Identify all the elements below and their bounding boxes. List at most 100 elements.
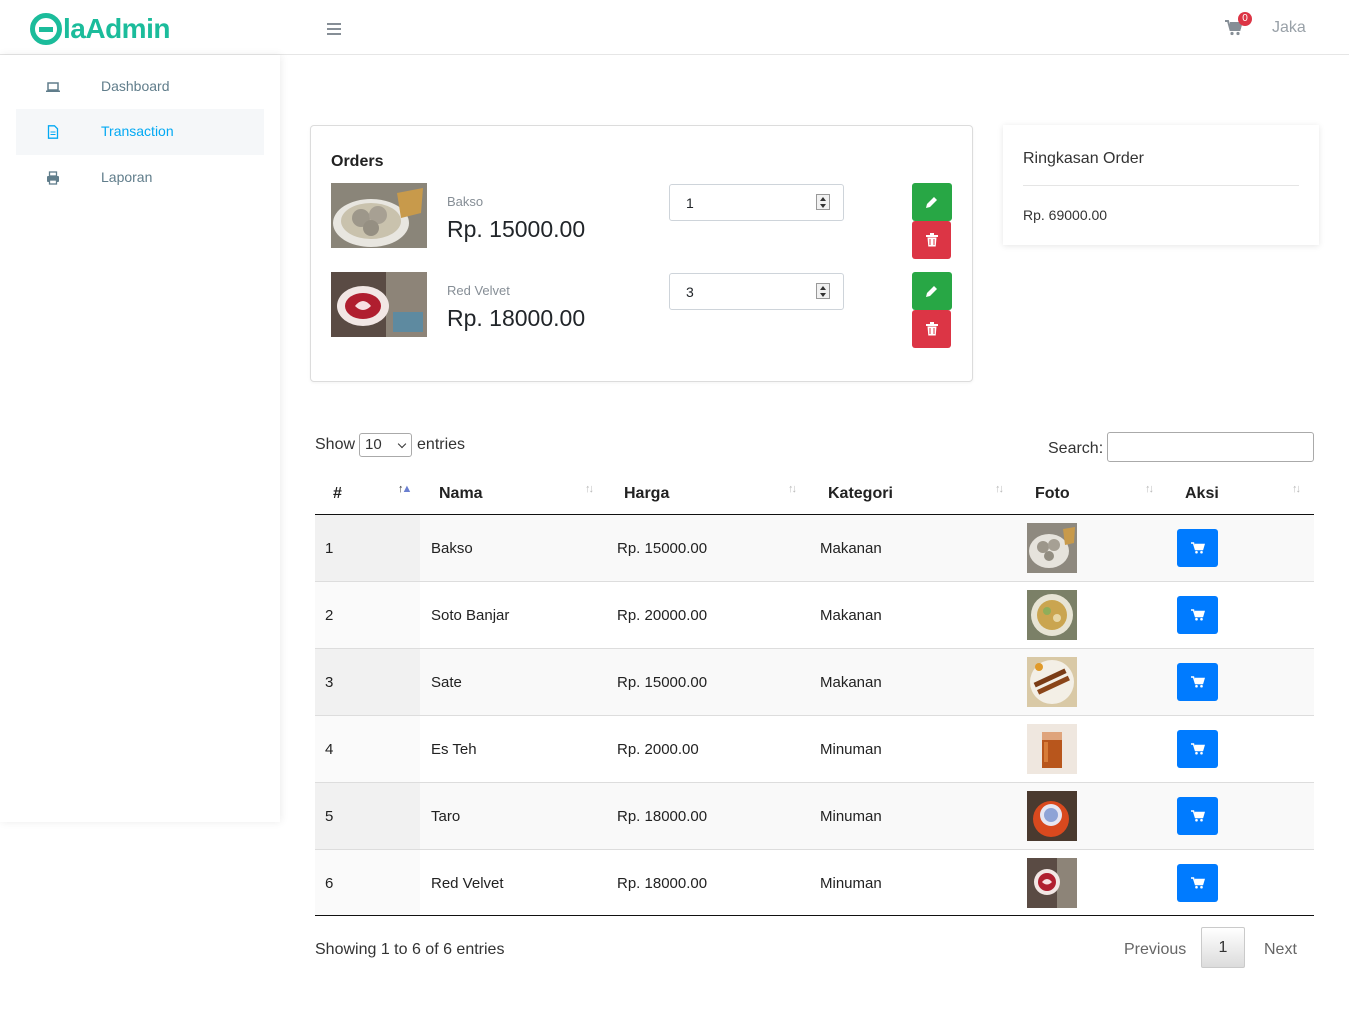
user-menu[interactable]: Jaka bbox=[1272, 19, 1306, 37]
row-number: 5 bbox=[325, 808, 334, 825]
summary-total: Rp. 69000.00 bbox=[1023, 207, 1108, 223]
row-number: 4 bbox=[325, 741, 334, 758]
cart-icon bbox=[1190, 877, 1205, 889]
column-header-foto[interactable]: Foto bbox=[1035, 485, 1070, 503]
logo-e-mark bbox=[30, 13, 62, 45]
column-header-harga[interactable]: Harga bbox=[624, 485, 669, 503]
red-velvet-thumbnail bbox=[1027, 858, 1077, 908]
row-number: 2 bbox=[325, 607, 334, 624]
row-nama: Soto Banjar bbox=[431, 607, 510, 624]
column-header-aksi[interactable]: Aksi bbox=[1185, 485, 1219, 503]
table-row: 5 Taro Rp. 18000.00 Minuman bbox=[315, 783, 1314, 850]
table-row: 1 Bakso Rp. 15000.00 Makanan bbox=[315, 515, 1314, 582]
table-row: 6 Red Velvet Rp. 18000.00 Minuman bbox=[315, 850, 1314, 917]
row-harga: Rp. 18000.00 bbox=[617, 875, 708, 892]
cart-icon bbox=[1190, 743, 1205, 755]
laptop-icon bbox=[46, 82, 60, 92]
row-kategori: Minuman bbox=[820, 808, 882, 825]
row-harga: Rp. 15000.00 bbox=[617, 540, 708, 557]
file-icon bbox=[47, 125, 59, 139]
table-bottom-border bbox=[315, 915, 1314, 916]
bakso-thumbnail bbox=[1027, 523, 1077, 573]
sidebar-item-label: Laporan bbox=[101, 169, 153, 185]
quantity-stepper[interactable] bbox=[816, 283, 830, 299]
edit-order-button[interactable] bbox=[912, 183, 952, 221]
row-number: 3 bbox=[325, 674, 334, 691]
sort-icon[interactable]: ↑↓ bbox=[1145, 483, 1161, 497]
table-row: 2 Soto Banjar Rp. 20000.00 Makanan bbox=[315, 582, 1314, 649]
search-input[interactable] bbox=[1107, 432, 1314, 462]
table-row: 4 Es Teh Rp. 2000.00 Minuman bbox=[315, 716, 1314, 783]
menu-toggle-icon[interactable] bbox=[327, 23, 341, 35]
bakso-photo bbox=[331, 183, 427, 248]
add-to-cart-button[interactable] bbox=[1177, 596, 1218, 634]
page-1-button[interactable]: 1 bbox=[1201, 927, 1245, 968]
sort-icon[interactable]: ↑↓ bbox=[1292, 483, 1308, 497]
printer-icon bbox=[47, 171, 59, 185]
summary-title: Ringkasan Order bbox=[1023, 150, 1144, 167]
quantity-stepper[interactable] bbox=[816, 194, 830, 210]
es-teh-thumbnail bbox=[1027, 724, 1077, 774]
delete-order-button[interactable] bbox=[912, 221, 951, 259]
row-kategori: Minuman bbox=[820, 875, 882, 892]
order-item-price: Rp. 15000.00 bbox=[447, 216, 586, 242]
edit-order-button[interactable] bbox=[912, 272, 952, 310]
sort-icon[interactable]: ↑↓ bbox=[788, 483, 804, 497]
table-header: # ↑▲ Nama ↑↓ Harga ↑↓ Kategori ↑↓ Foto ↑… bbox=[315, 473, 1314, 515]
sidebar-item-transaction[interactable]: Transaction bbox=[16, 109, 264, 155]
add-to-cart-button[interactable] bbox=[1177, 529, 1218, 567]
column-header-nama[interactable]: Nama bbox=[439, 485, 483, 503]
row-kategori: Makanan bbox=[820, 607, 882, 624]
row-nama: Red Velvet bbox=[431, 875, 504, 892]
entries-select[interactable]: 10 bbox=[359, 433, 413, 457]
order-item-price: Rp. 18000.00 bbox=[447, 305, 586, 331]
row-nama: Taro bbox=[431, 808, 461, 825]
orders-card: Orders Bakso Rp. 15000.00 1 Red Velvet R… bbox=[310, 125, 973, 382]
order-item-name: Bakso bbox=[447, 194, 484, 209]
sidebar-item-dashboard[interactable]: Dashboard bbox=[16, 64, 264, 110]
orders-title: Orders bbox=[331, 153, 384, 170]
sort-icon[interactable]: ↑↓ bbox=[585, 483, 601, 497]
ela-admin-logo[interactable]: laAdmin bbox=[30, 11, 170, 47]
previous-page-button[interactable]: Previous bbox=[1124, 941, 1186, 959]
summary-divider bbox=[1023, 185, 1299, 186]
cart-count-badge: 0 bbox=[1238, 12, 1252, 26]
sidebar-item-label: Dashboard bbox=[101, 78, 170, 94]
sidebar-item-laporan[interactable]: Laporan bbox=[16, 155, 264, 201]
sidebar-item-label: Transaction bbox=[101, 123, 174, 139]
next-page-button[interactable]: Next bbox=[1264, 941, 1297, 959]
column-header-kategori[interactable]: Kategori bbox=[828, 485, 893, 503]
products-table: # ↑▲ Nama ↑↓ Harga ↑↓ Kategori ↑↓ Foto ↑… bbox=[315, 473, 1314, 917]
soto-banjar-thumbnail bbox=[1027, 590, 1077, 640]
row-nama: Bakso bbox=[431, 540, 473, 557]
add-to-cart-button[interactable] bbox=[1177, 797, 1218, 835]
top-header: laAdmin 0 Jaka bbox=[0, 0, 1349, 55]
row-harga: Rp. 20000.00 bbox=[617, 607, 708, 624]
entries-length-control: Show 10 entries bbox=[315, 433, 465, 457]
row-nama: Sate bbox=[431, 674, 462, 691]
row-number: 1 bbox=[325, 540, 334, 557]
sort-icon[interactable]: ↑↓ bbox=[995, 483, 1011, 497]
cart-icon bbox=[1190, 542, 1205, 554]
entries-label: entries bbox=[417, 436, 466, 453]
row-nama: Es Teh bbox=[431, 741, 477, 758]
trash-icon bbox=[925, 233, 938, 247]
taro-thumbnail bbox=[1027, 791, 1077, 841]
add-to-cart-button[interactable] bbox=[1177, 864, 1218, 902]
delete-order-button[interactable] bbox=[912, 310, 951, 348]
row-kategori: Makanan bbox=[820, 674, 882, 691]
cart-icon bbox=[1190, 810, 1205, 822]
add-to-cart-button[interactable] bbox=[1177, 730, 1218, 768]
trash-icon bbox=[925, 322, 938, 336]
column-header-number[interactable]: # bbox=[333, 485, 342, 503]
sort-ascending-icon[interactable]: ↑▲ bbox=[398, 483, 414, 497]
row-number: 6 bbox=[325, 875, 334, 892]
add-to-cart-button[interactable] bbox=[1177, 663, 1218, 701]
row-kategori: Minuman bbox=[820, 741, 882, 758]
pencil-icon bbox=[926, 286, 937, 297]
row-harga: Rp. 15000.00 bbox=[617, 674, 708, 691]
table-row: 3 Sate Rp. 15000.00 Makanan bbox=[315, 649, 1314, 716]
row-harga: Rp. 18000.00 bbox=[617, 808, 708, 825]
order-summary-card: Ringkasan Order Rp. 69000.00 bbox=[1003, 125, 1319, 245]
sate-thumbnail bbox=[1027, 657, 1077, 707]
